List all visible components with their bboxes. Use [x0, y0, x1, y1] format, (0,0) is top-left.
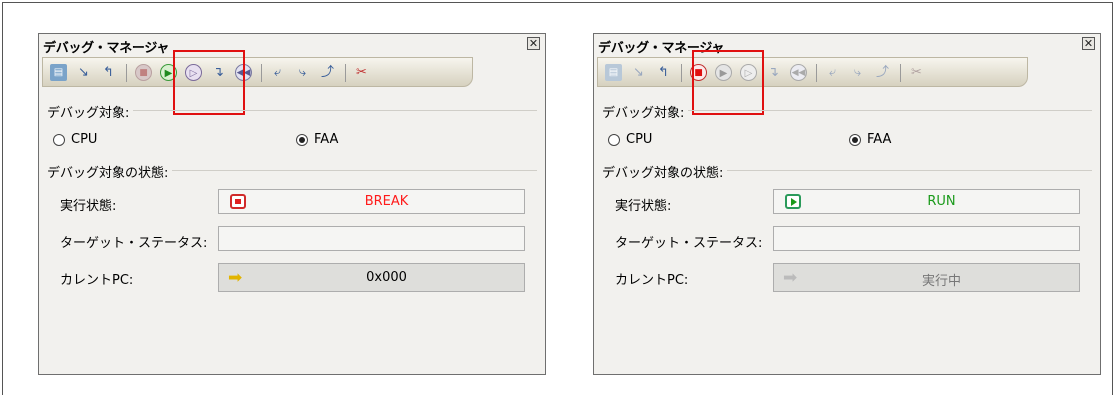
step-over-icon[interactable]: ⤶ [269, 64, 286, 81]
target-status-label: ターゲット・ステータス: [60, 236, 208, 251]
step-in-icon[interactable]: ↘ [630, 64, 647, 81]
group-debug-status-label: デバッグ対象の状態: [47, 162, 173, 181]
title-bar: デバッグ・マネージャ ✕ [39, 34, 545, 56]
group-debug-status-label: デバッグ対象の状態: [602, 162, 728, 181]
radio-button[interactable] [296, 133, 308, 146]
exec-state-value: BREAK [364, 194, 409, 209]
step-over-icon[interactable]: ⤶ [824, 64, 841, 81]
step-into-icon[interactable]: ⤷ [849, 64, 866, 81]
exec-state-value: RUN [927, 194, 956, 209]
step-into-icon[interactable]: ⤷ [294, 64, 311, 81]
stop-button[interactable]: ■ [135, 64, 152, 81]
toolbar-separator [261, 64, 262, 82]
disconnect-icon[interactable]: ✂ [908, 64, 925, 81]
step-out-icon[interactable]: ⤴ [874, 64, 891, 81]
current-pc-label: カレントPC: [615, 273, 689, 288]
debug-manager-panel-right: デバッグ・マネージャ ✕ ▤ ↘ ↰ ■ ▶ ▷ ↴ ◀◀ ⤶ ⤷ ⤴ ✂ デバ… [593, 33, 1101, 375]
radio-faa[interactable]: FAA [849, 132, 891, 147]
toolbar-separator [681, 64, 682, 82]
close-icon[interactable]: ✕ [527, 37, 540, 50]
group-debug-target-label: デバッグ対象: [47, 102, 134, 121]
radio-cpu-label: CPU [626, 132, 653, 147]
toolbar-separator [345, 64, 346, 82]
stop-icon [230, 194, 246, 209]
exec-state-label: 実行状態: [60, 199, 117, 214]
current-pc-value: 実行中 [921, 274, 961, 289]
step-back-icon[interactable]: ↰ [100, 64, 117, 81]
toolbar: ▤ ↘ ↰ ■ ▶ ▷ ↴ ◀◀ ⤶ ⤷ ⤴ ✂ [42, 57, 473, 87]
radio-button[interactable] [608, 133, 620, 146]
download-icon[interactable]: ▤ [605, 64, 622, 81]
toolbar-separator [900, 64, 901, 82]
step-back-icon[interactable]: ↰ [655, 64, 672, 81]
current-pc-field: ➡ 0x000 [218, 263, 525, 292]
step-out-icon[interactable]: ⤴ [319, 64, 336, 81]
target-status-field [773, 226, 1080, 251]
current-pc-label: カレントPC: [60, 273, 134, 288]
radio-faa-label: FAA [314, 132, 339, 147]
disconnect-icon[interactable]: ✂ [353, 64, 370, 81]
rewind-icon[interactable]: ◀◀ [790, 64, 807, 81]
panel-title: デバッグ・マネージャ [43, 41, 170, 56]
radio-button[interactable] [849, 133, 861, 146]
target-status-label: ターゲット・ステータス: [615, 236, 763, 251]
step-return-icon[interactable]: ↴ [765, 64, 782, 81]
step-in-icon[interactable]: ↘ [75, 64, 92, 81]
title-bar: デバッグ・マネージャ ✕ [594, 34, 1100, 56]
play-icon [785, 194, 801, 209]
radio-faa-label: FAA [867, 132, 892, 147]
exec-state-field: RUN [773, 189, 1080, 214]
radio-faa[interactable]: FAA [296, 132, 338, 147]
highlight-box [692, 50, 764, 115]
exec-state-label: 実行状態: [615, 199, 672, 214]
highlight-box [173, 50, 245, 115]
debug-manager-panel-left: デバッグ・マネージャ ✕ ▤ ↘ ↰ ■ ▶ ▷ ↴ ◀◀ ⤶ ⤷ ⤴ ✂ デバ… [38, 33, 546, 375]
toolbar-separator [816, 64, 817, 82]
radio-button[interactable] [53, 133, 65, 146]
toolbar: ▤ ↘ ↰ ■ ▶ ▷ ↴ ◀◀ ⤶ ⤷ ⤴ ✂ [597, 57, 1028, 87]
toolbar-separator [126, 64, 127, 82]
arrow-right-icon: ➡ [228, 268, 243, 288]
arrow-right-icon: ➡ [783, 268, 798, 288]
radio-cpu-label: CPU [71, 132, 98, 147]
download-icon[interactable]: ▤ [50, 64, 67, 81]
target-status-field [218, 226, 525, 251]
group-debug-target-label: デバッグ対象: [602, 102, 689, 121]
close-icon[interactable]: ✕ [1082, 37, 1095, 50]
exec-state-field: BREAK [218, 189, 525, 214]
radio-cpu[interactable]: CPU [53, 132, 97, 147]
current-pc-value: 0x000 [366, 270, 407, 285]
current-pc-field: ➡ 実行中 [773, 263, 1080, 292]
radio-cpu[interactable]: CPU [608, 132, 652, 147]
